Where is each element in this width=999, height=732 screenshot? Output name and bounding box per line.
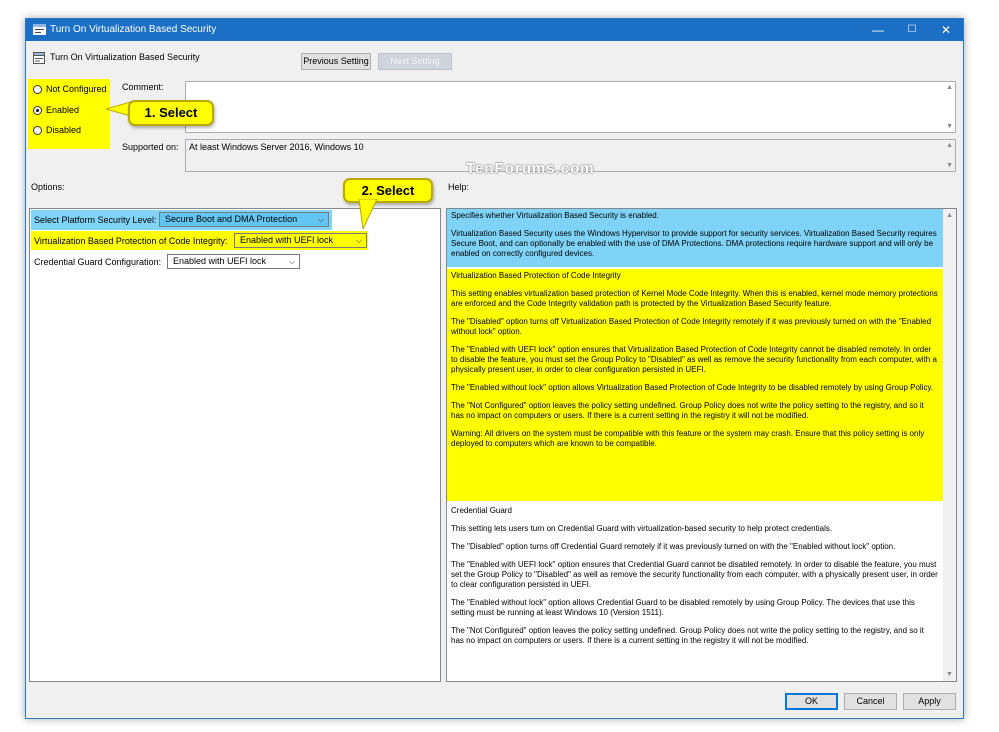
help-scrollbar[interactable]: ▲ ▼	[943, 209, 956, 681]
setting-name: Turn On Virtualization Based Security	[50, 52, 200, 62]
maximize-button[interactable]: ☐	[895, 19, 929, 41]
options-panel: Select Platform Security Level: Secure B…	[29, 208, 441, 682]
credential-guard-dropdown[interactable]: Enabled with UEFI lock ⌵	[167, 254, 300, 269]
comment-textbox[interactable]: ▲ ▼	[185, 81, 956, 133]
platform-security-label: Select Platform Security Level:	[34, 215, 157, 225]
previous-setting-button[interactable]: Previous Setting	[301, 53, 371, 70]
scroll-down-icon[interactable]: ▼	[946, 123, 953, 130]
scroll-down-icon[interactable]: ▼	[946, 162, 953, 169]
code-integrity-dropdown[interactable]: Enabled with UEFI lock ⌵	[234, 233, 367, 248]
title-bar[interactable]: Turn On Virtualization Based Security — …	[26, 19, 963, 41]
policy-icon	[33, 24, 46, 35]
code-integrity-label: Virtualization Based Protection of Code …	[34, 236, 228, 246]
setting-icon	[33, 52, 45, 64]
help-paragraph: The "Not Configured" option leaves the p…	[451, 401, 924, 420]
watermark-text: TenForums.com	[466, 160, 595, 177]
chevron-down-icon: ⌵	[317, 215, 324, 224]
radio-not-configured-circle[interactable]	[33, 85, 42, 94]
comment-label: Comment:	[122, 82, 164, 92]
help-paragraph: This setting lets users turn on Credenti…	[451, 524, 833, 533]
help-paragraph: Virtualization Based Protection of Code …	[451, 271, 621, 280]
apply-button[interactable]: Apply	[903, 693, 956, 710]
next-setting-button[interactable]: Next Setting	[378, 53, 452, 70]
options-heading: Options:	[31, 182, 65, 192]
ok-button[interactable]: OK	[785, 693, 838, 710]
help-section-credential-guard: Credential Guard This setting lets users…	[447, 504, 943, 681]
radio-not-configured-label: Not Configured	[46, 84, 107, 94]
help-paragraph: The "Disabled" option turns off Credenti…	[451, 542, 896, 551]
help-paragraph: The "Enabled with UEFI lock" option ensu…	[451, 560, 938, 589]
supported-on-value: At least Windows Server 2016, Windows 10	[189, 142, 364, 152]
radio-enabled-label: Enabled	[46, 105, 80, 115]
cancel-button[interactable]: Cancel	[844, 693, 897, 710]
policy-dialog-window: Turn On Virtualization Based Security — …	[25, 18, 964, 719]
help-paragraph: The "Disabled" option turns off Virtuali…	[451, 317, 932, 336]
callout-1-select: 1. Select	[128, 100, 214, 126]
help-paragraph: This setting enables virtualization base…	[451, 289, 938, 308]
radio-disabled-label: Disabled	[46, 125, 82, 135]
radio-enabled-circle[interactable]	[33, 106, 42, 115]
callout-pointer-2	[358, 199, 378, 229]
scroll-up-icon[interactable]: ▲	[946, 84, 953, 91]
help-heading: Help:	[448, 182, 470, 192]
credential-guard-label: Credential Guard Configuration:	[34, 257, 162, 267]
supported-on-label: Supported on:	[122, 142, 179, 152]
help-paragraph: Credential Guard	[451, 506, 512, 515]
help-paragraph: The "Enabled without lock" option allows…	[451, 383, 934, 392]
radio-disabled-circle[interactable]	[33, 126, 42, 135]
platform-security-dropdown[interactable]: Secure Boot and DMA Protection ⌵	[159, 212, 329, 227]
platform-security-value: Secure Boot and DMA Protection	[165, 214, 298, 224]
help-paragraph: The "Enabled with UEFI lock" option ensu…	[451, 345, 937, 374]
help-section-code-integrity: Virtualization Based Protection of Code …	[447, 269, 943, 501]
scroll-down-icon[interactable]: ▼	[946, 671, 953, 678]
chevron-down-icon: ⌵	[355, 236, 362, 245]
help-panel: Specifies whether Virtualization Based S…	[446, 208, 957, 682]
scroll-up-icon[interactable]: ▲	[946, 212, 953, 219]
chevron-down-icon: ⌵	[288, 257, 295, 266]
window-title: Turn On Virtualization Based Security	[50, 24, 217, 35]
help-paragraph: The "Not Configured" option leaves the p…	[451, 626, 924, 645]
help-section-vbs: Specifies whether Virtualization Based S…	[447, 209, 943, 267]
close-button[interactable]: ✕	[929, 19, 963, 41]
help-paragraph: The "Enabled without lock" option allows…	[451, 598, 915, 617]
credential-guard-value: Enabled with UEFI lock	[173, 256, 267, 266]
help-paragraph: Virtualization Based Security uses the W…	[451, 229, 937, 258]
help-paragraph: Specifies whether Virtualization Based S…	[451, 211, 659, 220]
code-integrity-value: Enabled with UEFI lock	[240, 235, 334, 245]
minimize-button[interactable]: —	[861, 19, 895, 41]
scroll-up-icon[interactable]: ▲	[946, 142, 953, 149]
help-paragraph: Warning: All drivers on the system must …	[451, 429, 925, 448]
